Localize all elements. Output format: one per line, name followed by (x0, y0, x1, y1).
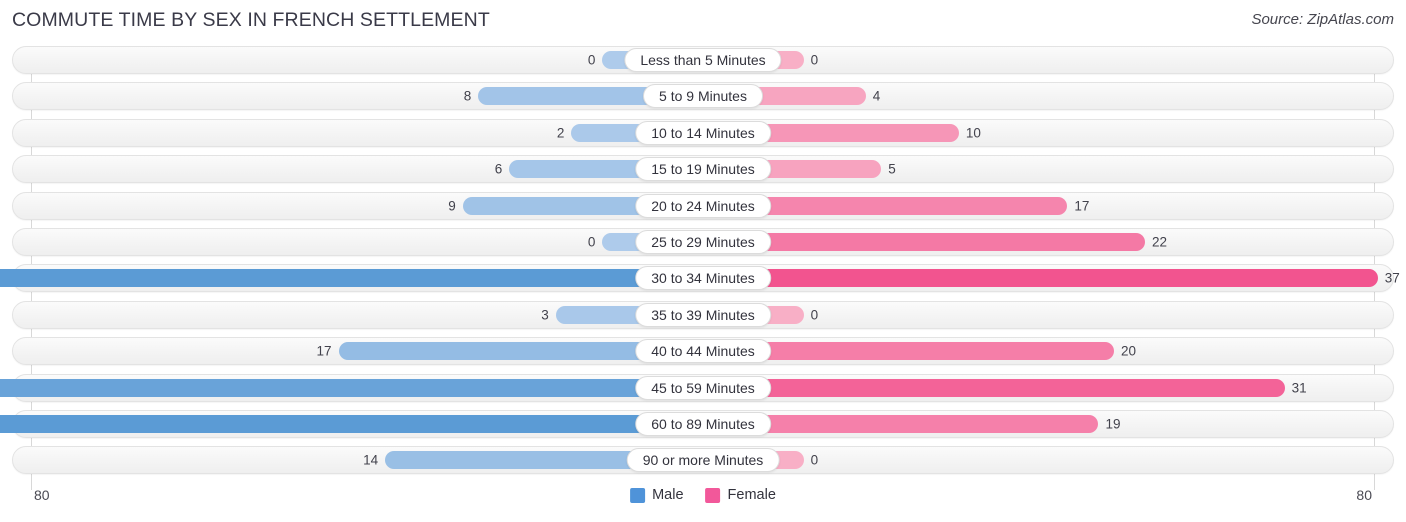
table-row: 55 19 60 to 89 Minutes (0, 409, 1394, 438)
bar-value-male: 8 (463, 88, 472, 104)
bar-value-male: 3 (541, 306, 549, 322)
category-label-pill: 45 to 59 Minutes (635, 375, 771, 400)
bar-male[interactable]: 70 (0, 269, 703, 288)
table-row: 3 0 35 to 39 Minutes (12, 300, 1394, 329)
axis-tick-right: 80 (1356, 487, 1372, 503)
bar-track: 70 37 30 to 34 Minutes (0, 265, 1400, 291)
table-row: 46 31 45 to 59 Minutes (0, 373, 1394, 402)
bar-value-male: 0 (587, 52, 596, 68)
legend-swatch-icon (705, 487, 721, 503)
source-attribution: Source: ZipAtlas.com (1251, 11, 1394, 28)
table-row: 8 4 5 to 9 Minutes (12, 82, 1394, 111)
bar-track: 3 0 35 to 39 Minutes (32, 302, 1374, 328)
bar-value-female: 20 (1120, 343, 1137, 359)
category-label-pill: Less than 5 Minutes (624, 48, 782, 72)
bar-value-female: 0 (810, 52, 819, 68)
bar-value-female: 5 (888, 161, 896, 177)
bar-track: 2 10 10 to 14 Minutes (32, 120, 1374, 146)
bar-value-female: 0 (810, 452, 819, 468)
bar-track: 9 17 20 to 24 Minutes (32, 193, 1374, 219)
category-label-pill: 20 to 24 Minutes (635, 193, 771, 218)
legend-item-female[interactable]: Female (705, 487, 776, 503)
category-label-pill: 10 to 14 Minutes (635, 120, 771, 145)
bar-track: 0 0 Less than 5 Minutes (32, 47, 1374, 73)
bar-track: 0 22 25 to 29 Minutes (32, 229, 1374, 255)
legend-item-male[interactable]: Male (630, 487, 684, 503)
bar-male[interactable]: 46 (0, 378, 703, 397)
bar-value-male: 2 (556, 125, 565, 141)
bar-value-female: 31 (1291, 379, 1307, 395)
bar-female[interactable]: 37 (703, 269, 1400, 288)
bar-value-male: 9 (448, 197, 456, 213)
table-row: 2 10 10 to 14 Minutes (12, 118, 1394, 147)
bar-value-male: 0 (587, 234, 596, 250)
axis-tick-left: 80 (34, 487, 50, 503)
bar-track: 46 31 45 to 59 Minutes (0, 375, 1374, 401)
bar-value-male: 14 (363, 452, 379, 468)
chart-footer: 80 80 Male Female (0, 482, 1406, 522)
table-row: 14 0 90 or more Minutes (12, 446, 1394, 475)
bar-track: 14 0 90 or more Minutes (32, 447, 1374, 473)
chart-page: COMMUTE TIME BY SEX IN FRENCH SETTLEMENT… (0, 0, 1406, 522)
bar-track: 6 5 15 to 19 Minutes (32, 156, 1374, 182)
category-label-pill: 90 or more Minutes (626, 448, 780, 473)
bar-female[interactable]: 31 (703, 378, 1307, 397)
bar-value-female: 22 (1152, 234, 1168, 250)
bar-track: 55 19 60 to 89 Minutes (0, 411, 1374, 437)
bar-value-female: 4 (872, 88, 881, 104)
legend-label: Male (652, 487, 684, 503)
legend-label: Female (727, 487, 776, 503)
bar-value-female: 17 (1074, 197, 1090, 213)
category-label-pill: 35 to 39 Minutes (635, 302, 771, 327)
category-label-pill: 15 to 19 Minutes (635, 157, 771, 182)
bar-rows-container: 0 0 Less than 5 Minutes 8 4 5 to 9 Minutes 2 10… (0, 46, 1400, 483)
bar-value-male: 17 (316, 343, 332, 359)
chart-plot-area: 0 0 Less than 5 Minutes 8 4 5 to 9 Minutes 2 10… (0, 46, 1406, 490)
bar-track: 8 4 5 to 9 Minutes (32, 83, 1374, 109)
bar-value-female: 19 (1105, 416, 1121, 432)
category-label-pill: 30 to 34 Minutes (635, 266, 771, 291)
bar-value-female: 0 (810, 306, 819, 322)
category-label-pill: 25 to 29 Minutes (635, 229, 771, 254)
chart-header: COMMUTE TIME BY SEX IN FRENCH SETTLEMENT… (0, 0, 1406, 44)
table-row: 0 22 25 to 29 Minutes (12, 227, 1394, 256)
bar-track: 17 20 40 to 44 Minutes (32, 338, 1374, 364)
bar-value-female: 37 (1384, 270, 1400, 286)
category-label-pill: 40 to 44 Minutes (635, 339, 771, 364)
bar-value-male: 6 (494, 161, 503, 177)
bar-male[interactable]: 55 (0, 414, 703, 433)
table-row: 9 17 20 to 24 Minutes (12, 191, 1394, 220)
chart-legend: Male Female (630, 487, 776, 503)
category-label-pill: 60 to 89 Minutes (635, 411, 771, 436)
table-row: 17 20 40 to 44 Minutes (12, 337, 1394, 366)
page-title: COMMUTE TIME BY SEX IN FRENCH SETTLEMENT (12, 9, 490, 31)
legend-swatch-icon (630, 487, 646, 503)
bar-value-female: 10 (965, 125, 981, 141)
table-row: 70 37 30 to 34 Minutes (0, 264, 1400, 293)
category-label-pill: 5 to 9 Minutes (643, 84, 763, 109)
table-row: 0 0 Less than 5 Minutes (12, 46, 1394, 74)
table-row: 6 5 15 to 19 Minutes (12, 155, 1394, 184)
